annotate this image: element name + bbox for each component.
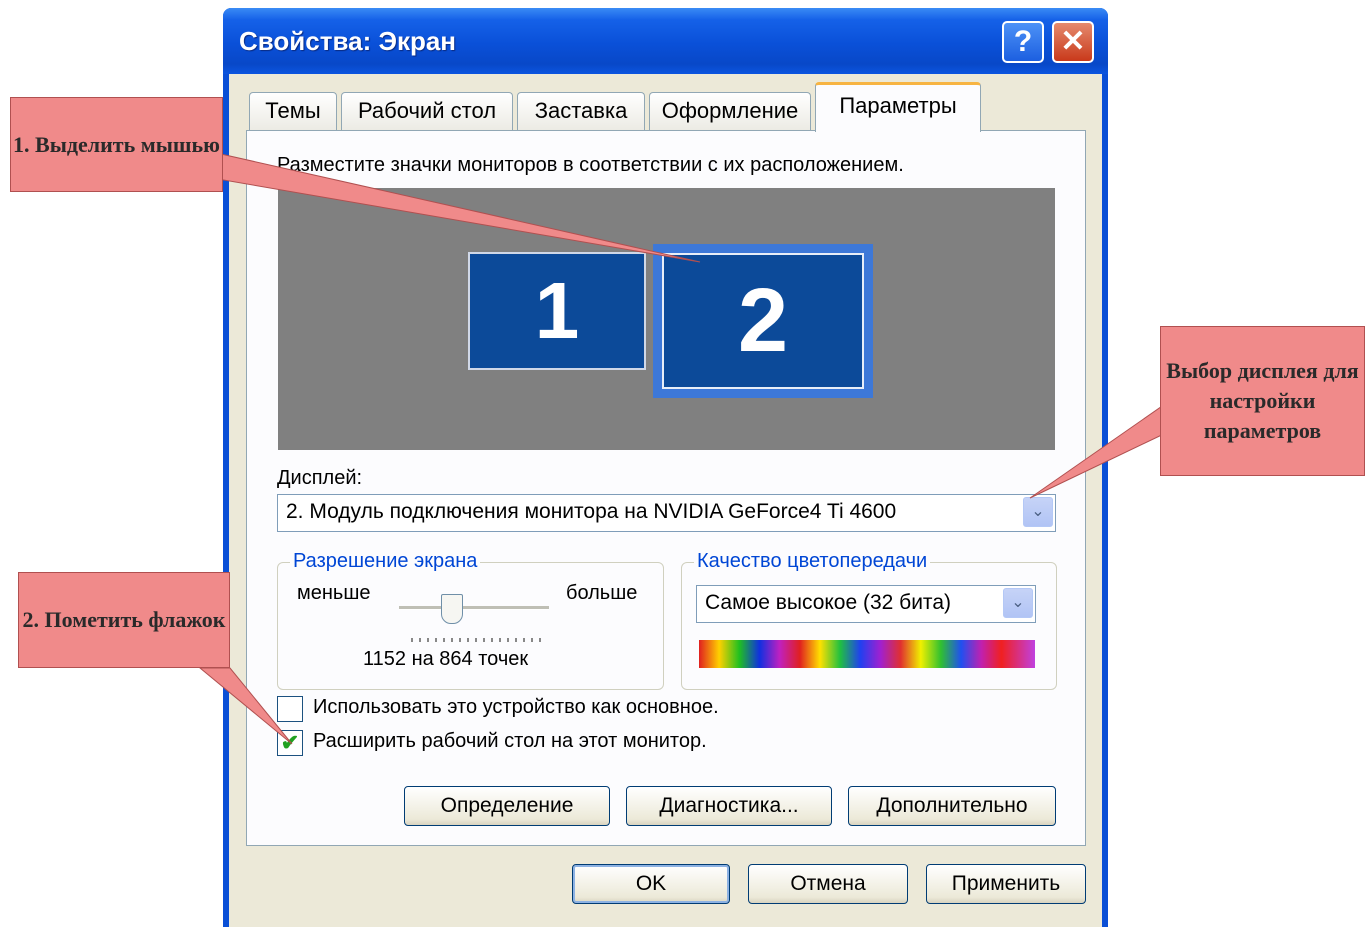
chevron-down-icon: ⌄ [1011,594,1025,611]
primary-device-label[interactable]: Использовать это устройство как основное… [313,696,719,719]
help-icon: ? [1013,25,1033,58]
display-select-dropdown-button[interactable]: ⌄ [1023,497,1053,527]
close-icon: ✕ [1060,25,1086,58]
screen-resolution-title: Разрешение экрана [290,550,481,573]
tab-appearance[interactable]: Оформление [649,92,811,130]
resolution-value: 1152 на 864 точек [363,648,529,670]
ok-button[interactable]: OK [572,864,730,904]
resolution-slider-thumb[interactable] [441,594,463,624]
help-button[interactable]: ? [1002,21,1044,63]
primary-device-checkbox[interactable] [277,696,303,722]
dialog-client-area: Темы Рабочий стол Заставка Оформление Па… [229,74,1102,927]
color-quality-select[interactable]: Самое высокое (32 бита) ⌄ [696,585,1036,623]
callout-select-with-mouse: 1. Выделить мышью [10,97,223,192]
extend-desktop-label[interactable]: Расширить рабочий стол на этот монитор. [313,730,707,753]
resolution-more-label: больше [566,582,638,604]
tab-screensaver[interactable]: Заставка [517,92,645,130]
apply-button[interactable]: Применить [926,864,1086,904]
resolution-less-label: меньше [297,582,371,604]
display-select[interactable]: 2. Модуль подключения монитора на NVIDIA… [277,494,1056,532]
tab-themes[interactable]: Темы [249,92,337,130]
tab-settings[interactable]: Параметры [815,82,981,132]
color-quality-dropdown-button[interactable]: ⌄ [1003,588,1033,618]
tab-desktop[interactable]: Рабочий стол [341,92,513,130]
monitor-arrangement-instruction: Разместите значки мониторов в соответств… [277,154,904,176]
callout-choose-display: Выбор дисплея для настройки параметров [1160,326,1365,476]
close-button[interactable]: ✕ [1052,21,1094,63]
monitor-2-icon[interactable]: 2 [662,253,864,389]
color-quality-select-value: Самое высокое (32 бита) [705,591,951,614]
color-palette-preview [699,640,1035,668]
checkmark-icon: ✔ [280,730,300,755]
display-select-value: 2. Модуль подключения монитора на NVIDIA… [286,500,897,523]
monitor-1-icon[interactable]: 1 [468,252,646,370]
color-quality-title: Качество цветопередачи [694,550,931,573]
troubleshoot-button[interactable]: Диагностика... [626,786,832,826]
monitor-arrangement-area[interactable]: 1 2 [278,188,1055,450]
color-quality-group: Качество цветопередачи [681,550,1057,690]
display-label: Дисплей: [277,467,363,489]
window-title: Свойства: Экран [239,26,457,56]
callout-check-the-box: 2. Пометить флажок [18,572,230,668]
extend-desktop-checkbox[interactable]: ✔ [277,730,303,756]
cancel-button[interactable]: Отмена [748,864,908,904]
resolution-slider-track[interactable] [399,606,549,610]
resolution-slider-ticks [411,638,545,642]
display-properties-window: Свойства: Экран ? ✕ Темы Рабочий стол За… [223,8,1108,927]
advanced-button[interactable]: Дополнительно [848,786,1056,826]
title-bar[interactable]: Свойства: Экран ? ✕ [223,8,1108,74]
identify-button[interactable]: Определение [404,786,610,826]
chevron-down-icon: ⌄ [1031,503,1045,520]
